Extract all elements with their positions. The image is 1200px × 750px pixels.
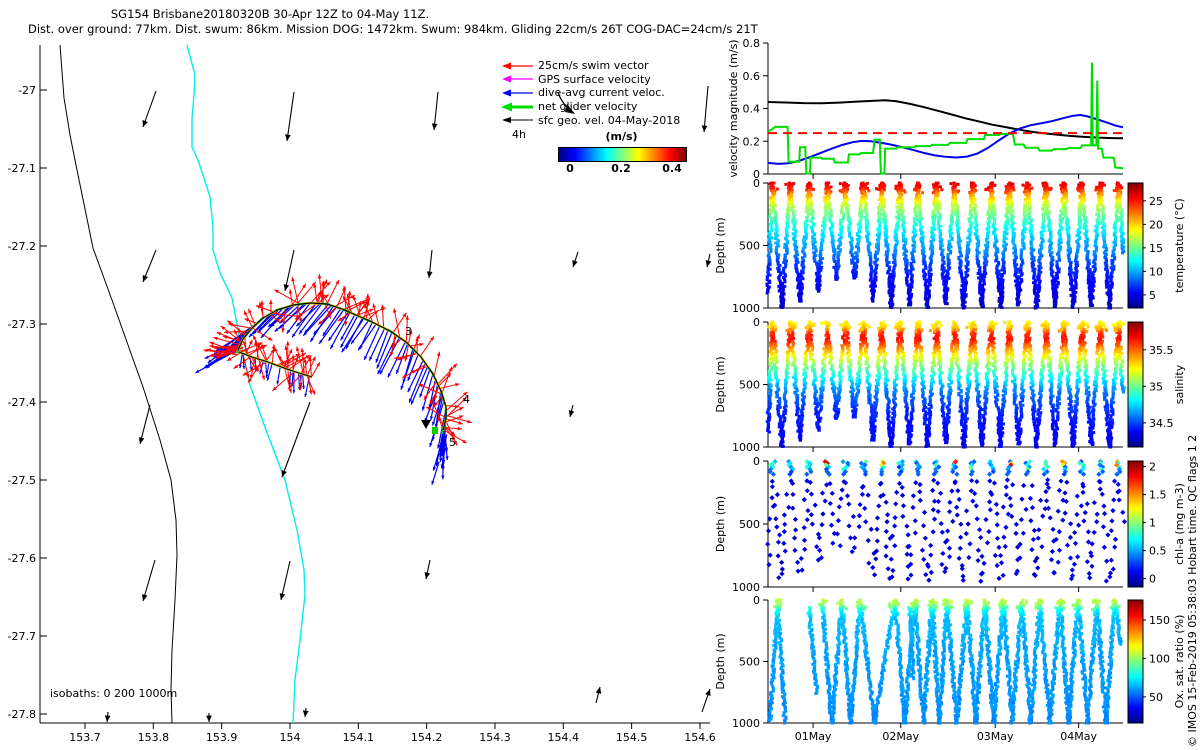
chl-a-panel: 05001000Depth (m)00.511.52chl-a (mg m-3): [714, 455, 1186, 594]
svg-text:154.5: 154.5: [616, 731, 648, 744]
svg-text:500: 500: [739, 240, 760, 253]
swim-vector-arrow-icon: [500, 61, 534, 71]
svg-text:25: 25: [1149, 195, 1163, 208]
salinity-scatter: [766, 321, 1126, 449]
svg-text:Depth (m): Depth (m): [714, 356, 727, 412]
svg-text:-27.5: -27.5: [8, 474, 36, 487]
gps-velocity-arrow-icon: [500, 74, 534, 84]
series-dive-avg-current-speed: [768, 115, 1123, 164]
map-colorbar: (m/s) 0 0.2 0.4: [558, 147, 688, 162]
svg-text:-27.8: -27.8: [8, 708, 36, 721]
svg-text:0: 0: [753, 316, 760, 329]
last-fix-marker: [421, 420, 431, 429]
svg-text:0.8: 0.8: [743, 37, 761, 50]
day-label: 5: [449, 436, 456, 449]
dive-avg-current-arrow-icon: [500, 88, 534, 98]
legend-row: 25cm/s swim vector: [500, 59, 710, 73]
chl-scatter: [765, 459, 1127, 584]
oxygen-colorbar: [1128, 600, 1143, 723]
day-label: 4: [463, 393, 470, 406]
map-colorbar-gradient: [558, 147, 687, 162]
current-position-marker: [432, 427, 438, 434]
svg-text:-27.2: -27.2: [8, 240, 36, 253]
svg-text:154.3: 154.3: [479, 731, 511, 744]
sfc-geo-velocity-arrow-icon: [500, 115, 534, 125]
svg-text:0.6: 0.6: [743, 70, 761, 83]
legend-row: dive-avg current veloc.: [500, 86, 710, 100]
svg-text:154.4: 154.4: [548, 731, 580, 744]
svg-text:15: 15: [1149, 242, 1163, 255]
svg-text:-27.3: -27.3: [8, 318, 36, 331]
svg-text:0.2: 0.2: [743, 135, 761, 148]
svg-text:1000: 1000: [732, 302, 760, 315]
svg-text:500: 500: [739, 379, 760, 392]
svg-text:34.5: 34.5: [1149, 417, 1174, 430]
svg-text:35: 35: [1149, 380, 1163, 393]
svg-text:35.5: 35.5: [1149, 344, 1174, 357]
svg-text:-27: -27: [18, 84, 36, 97]
svg-text:154.1: 154.1: [343, 731, 375, 744]
legend-label: sfc geo. vel. 04-May-2018: [538, 114, 680, 127]
svg-text:velocity magnitude (m/s): velocity magnitude (m/s): [727, 39, 740, 177]
net-glider-velocity-arrow-icon: [500, 102, 534, 112]
legend-label: net glider velocity: [538, 100, 637, 113]
isobaths-note: isobaths: 0 200 1000m: [50, 687, 177, 700]
svg-text:-27.4: -27.4: [8, 396, 36, 409]
svg-text:153.7: 153.7: [69, 731, 101, 744]
imos-watermark: © IMOS 15-Feb-2019 05:38:03 Hobart time.…: [1186, 435, 1199, 747]
svg-text:153.8: 153.8: [138, 731, 170, 744]
day-label: 3: [405, 325, 412, 338]
temperature-scatter: [765, 182, 1125, 310]
svg-text:1000: 1000: [732, 441, 760, 454]
figure-window: SG154 Brisbane20180320B 30-Apr 12Z to 04…: [0, 0, 1200, 750]
svg-text:153.9: 153.9: [206, 731, 238, 744]
legend-row: sfc geo. vel. 04-May-2018: [500, 113, 710, 127]
legend-label: dive-avg current veloc.: [538, 86, 665, 99]
map-colorbar-tick: 0.2: [611, 162, 631, 175]
svg-text:salinity: salinity: [1173, 364, 1186, 404]
svg-text:temperature (°C): temperature (°C): [1173, 198, 1186, 292]
salinity-panel: 0 500 1000 Depth (m) 34.5 35 35.5 salinity: [714, 316, 1186, 454]
legend-row: GPS surface velocity: [500, 73, 710, 87]
svg-text:20: 20: [1149, 218, 1163, 231]
salinity-colorbar: [1128, 322, 1143, 447]
velocity-panel: 00.20.40.60.8velocity magnitude (m/s): [727, 37, 1123, 181]
svg-text:154.2: 154.2: [411, 731, 443, 744]
svg-text:0.4: 0.4: [743, 103, 761, 116]
oxygen-panel: 0500100001May02May03May04MayDepth (m)501…: [714, 594, 1186, 743]
map-colorbar-title: (m/s): [558, 130, 685, 143]
legend-row: net glider velocity: [500, 100, 710, 114]
legend-label: 25cm/s swim vector: [538, 59, 649, 72]
temperature-panel: 0 500 1000 Depth (m) 5 10 15 20 25 temperature (°…: [714, 177, 1186, 315]
chl-a-colorbar: [1128, 461, 1143, 587]
temperature-colorbar: [1128, 183, 1143, 308]
svg-text:0: 0: [753, 177, 760, 190]
svg-text:154.6: 154.6: [684, 731, 716, 744]
map-colorbar-tick: 0: [566, 162, 574, 175]
map-legend: 25cm/s swim vector GPS surface velocity …: [500, 59, 710, 127]
svg-text:Depth (m): Depth (m): [714, 217, 727, 273]
vector-duration-label: 4h: [512, 128, 526, 141]
svg-text:-27.6: -27.6: [8, 552, 36, 565]
svg-text:-27.1: -27.1: [8, 162, 36, 175]
oxygen-scatter: [767, 599, 1122, 725]
svg-text:154: 154: [279, 731, 300, 744]
legend-label: GPS surface velocity: [538, 73, 651, 86]
svg-text:5: 5: [1149, 289, 1156, 302]
svg-text:10: 10: [1149, 265, 1163, 278]
svg-text:-27.7: -27.7: [8, 630, 36, 643]
map-colorbar-tick: 0.4: [662, 162, 682, 175]
